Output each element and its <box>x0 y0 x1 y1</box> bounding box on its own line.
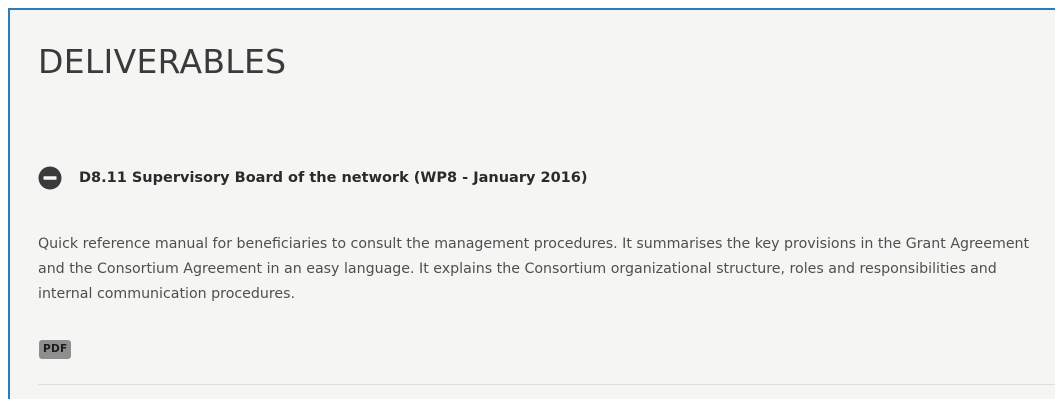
page-title: DELIVERABLES <box>38 42 287 81</box>
deliverable-toggle-header[interactable]: D8.11 Supervisory Board of the network (… <box>38 166 587 190</box>
pdf-download-badge[interactable]: PDF <box>39 340 72 359</box>
deliverable-description: Quick reference manual for beneficiaries… <box>38 236 1030 302</box>
deliverable-title: D8.11 Supervisory Board of the network (… <box>79 170 588 186</box>
item-divider <box>38 384 1055 385</box>
deliverables-panel: DELIVERABLES D8.11 Supervisory Board of … <box>8 8 1055 399</box>
minus-circle-icon[interactable] <box>38 166 62 190</box>
